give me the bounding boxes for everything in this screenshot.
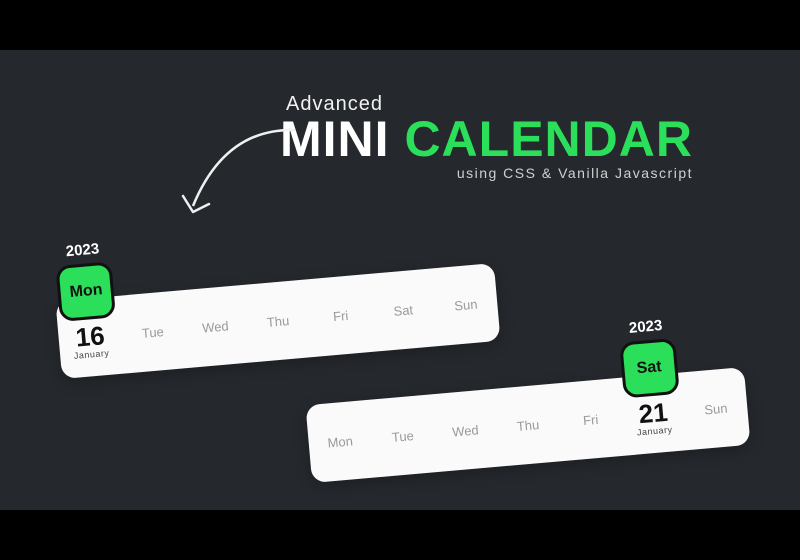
thumbnail-stage: Advanced MINI CALENDAR using CSS & Vanil… xyxy=(0,50,800,510)
day-cell[interactable]: Thu xyxy=(246,311,310,331)
selected-day-badge: Sat xyxy=(619,338,680,399)
title-subtitle: using CSS & Vanilla Javascript xyxy=(280,166,693,180)
selected-day-column[interactable]: 2023 Sat 21 January xyxy=(620,389,686,438)
day-cell[interactable]: Wed xyxy=(183,316,247,336)
day-cell[interactable]: Mon xyxy=(308,431,372,451)
day-cell[interactable]: Wed xyxy=(433,420,497,440)
selected-day-column[interactable]: 2023 Mon 16 January xyxy=(57,313,123,362)
day-cell[interactable]: Thu xyxy=(496,415,560,435)
day-cell[interactable]: Sun xyxy=(434,294,498,314)
title-block: Advanced MINI CALENDAR using CSS & Vanil… xyxy=(280,94,693,180)
title-main: MINI CALENDAR xyxy=(280,114,693,164)
day-cell[interactable]: Tue xyxy=(121,322,185,342)
day-cell[interactable]: Fri xyxy=(309,305,373,325)
day-cell[interactable]: Tue xyxy=(371,426,435,446)
mini-calendar-widget[interactable]: Mon Tue Wed Thu Fri 2023 Sat 21 January … xyxy=(305,367,750,483)
selected-year: 2023 xyxy=(65,240,100,260)
title-word-calendar: CALENDAR xyxy=(404,111,693,167)
day-cell[interactable]: Sun xyxy=(684,398,748,418)
day-cell[interactable]: Fri xyxy=(559,409,623,429)
selected-year: 2023 xyxy=(628,317,663,337)
selected-day-badge: Mon xyxy=(56,261,117,322)
mini-calendar-widget[interactable]: 2023 Mon 16 January Tue Wed Thu Fri Sat … xyxy=(55,263,500,379)
day-cell[interactable]: Sat xyxy=(371,300,435,320)
title-word-mini: MINI xyxy=(280,111,390,167)
